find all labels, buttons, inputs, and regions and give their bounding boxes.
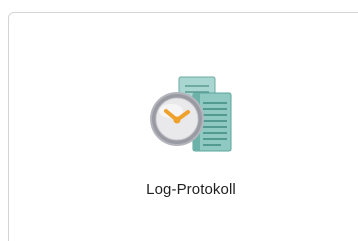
content-panel: Log-Protokoll <box>8 12 358 241</box>
log-protocol-icon <box>141 75 237 155</box>
log-protokoll-launcher[interactable]: Log-Protokoll <box>121 71 261 211</box>
launcher-label: Log-Protokoll <box>146 181 236 198</box>
canvas: Log-Protokoll <box>0 0 358 241</box>
